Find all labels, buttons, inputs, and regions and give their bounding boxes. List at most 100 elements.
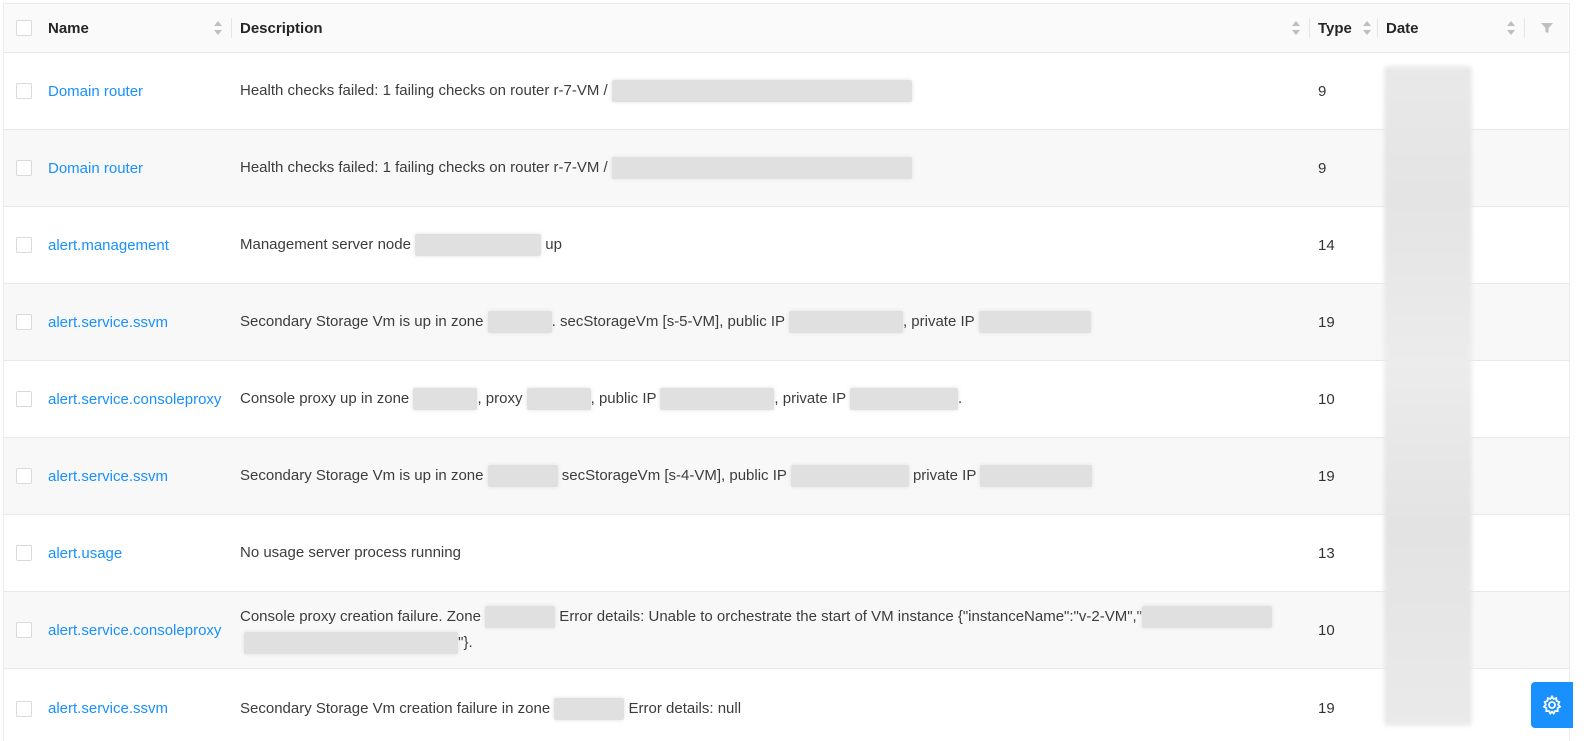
- row-checkbox[interactable]: [16, 83, 32, 99]
- row-checkbox[interactable]: [16, 237, 32, 253]
- settings-button[interactable]: [1531, 682, 1573, 728]
- alert-type-value: 19: [1318, 700, 1335, 717]
- row-select-cell: [4, 669, 44, 741]
- description-text: .: [957, 390, 963, 407]
- alert-name-link[interactable]: Domain router: [48, 83, 143, 100]
- row-select-cell: [4, 53, 44, 129]
- description-cell: No usage server process running: [231, 515, 1309, 591]
- description-column-header[interactable]: Description: [231, 4, 1309, 52]
- description-text: Management server node: [240, 236, 416, 253]
- redacted-value: [1142, 606, 1273, 629]
- column-divider: [231, 18, 232, 38]
- alert-name-link[interactable]: alert.service.ssvm: [48, 314, 168, 331]
- row-select-cell: [4, 284, 44, 360]
- description-text: Console proxy up in zone: [240, 390, 414, 407]
- description-text: Health checks failed: 1 failing checks o…: [240, 82, 612, 99]
- type-cell: 13: [1309, 515, 1377, 591]
- description-text: "}.: [458, 634, 473, 651]
- alert-type-value: 14: [1318, 236, 1335, 254]
- redacted-value: [980, 465, 1093, 488]
- alert-name-link[interactable]: alert.service.ssvm: [48, 700, 168, 717]
- type-cell: 9: [1309, 53, 1377, 129]
- type-cell: 19: [1309, 284, 1377, 360]
- alert-name-link[interactable]: alert.usage: [48, 545, 122, 562]
- description-text: Error details: Unable to orchestrate the…: [555, 608, 1143, 625]
- alert-name-link[interactable]: alert.service.consoleproxy: [48, 622, 221, 639]
- name-cell: Domain router: [44, 130, 231, 206]
- table-row: Domain router Health checks failed: 1 fai…: [4, 130, 1569, 207]
- row-checkbox[interactable]: [16, 700, 32, 717]
- gear-icon: [1542, 695, 1562, 715]
- row-select-cell: [4, 592, 44, 668]
- sort-icon[interactable]: [214, 21, 222, 35]
- sort-icon[interactable]: [1507, 21, 1515, 35]
- sort-icon[interactable]: [1292, 21, 1300, 35]
- description-cell: Console proxy up in zone , proxy , publi…: [231, 361, 1309, 437]
- redacted-value: [413, 388, 478, 411]
- redacted-value: [487, 311, 552, 334]
- name-cell: alert.service.ssvm: [44, 669, 231, 741]
- description-text: private IP: [908, 467, 981, 484]
- alerts-table: Name Description Type Date Domain router…: [3, 3, 1570, 741]
- table-header: Name Description Type Date: [4, 4, 1569, 53]
- table-row: alert.management Management server node u…: [4, 207, 1569, 284]
- row-select-cell: [4, 515, 44, 591]
- select-all-cell: [4, 4, 44, 52]
- alert-description: Health checks failed: 1 failing checks o…: [240, 155, 912, 181]
- row-select-cell: [4, 361, 44, 437]
- description-text: . secStorageVm [s-5-VM], public IP: [551, 313, 789, 330]
- description-cell: Health checks failed: 1 failing checks o…: [231, 130, 1309, 206]
- row-checkbox[interactable]: [16, 545, 32, 561]
- redacted-value: [554, 697, 625, 720]
- description-text: Secondary Storage Vm is up in zone: [240, 467, 488, 484]
- alert-type-value: 19: [1318, 467, 1335, 485]
- row-checkbox[interactable]: [16, 314, 32, 330]
- description-text: Secondary Storage Vm creation failure in…: [240, 699, 555, 717]
- alert-name-link[interactable]: alert.service.consoleproxy: [48, 391, 221, 408]
- type-column-header[interactable]: Type: [1309, 4, 1377, 52]
- type-header-label: Type: [1318, 19, 1352, 37]
- alert-description: No usage server process running: [240, 540, 461, 566]
- name-cell: alert.service.ssvm: [44, 284, 231, 360]
- row-checkbox[interactable]: [16, 468, 32, 484]
- alert-description: Management server node up: [240, 232, 562, 258]
- column-divider: [1377, 18, 1378, 38]
- description-text: Health checks failed: 1 failing checks o…: [240, 159, 612, 176]
- table-row: alert.service.ssvm Secondary Storage Vm i…: [4, 284, 1569, 361]
- row-checkbox[interactable]: [16, 622, 32, 638]
- table-row: alert.usage No usage server process runni…: [4, 515, 1569, 592]
- name-cell: alert.management: [44, 207, 231, 283]
- alert-name-link[interactable]: Domain router: [48, 160, 143, 177]
- name-header-label: Name: [48, 19, 89, 37]
- name-column-header[interactable]: Name: [44, 4, 231, 52]
- sort-icon[interactable]: [1363, 21, 1371, 35]
- row-checkbox[interactable]: [16, 391, 32, 407]
- type-cell: 19: [1309, 669, 1377, 741]
- row-select-cell: [4, 438, 44, 514]
- alert-description: Secondary Storage Vm is up in zone . sec…: [240, 309, 1091, 335]
- type-cell: 10: [1309, 361, 1377, 437]
- name-cell: alert.service.ssvm: [44, 438, 231, 514]
- name-cell: alert.service.consoleproxy: [44, 361, 231, 437]
- alert-type-value: 10: [1318, 621, 1335, 639]
- alert-name-link[interactable]: alert.service.ssvm: [48, 468, 168, 485]
- alert-description: Console proxy creation failure. Zone Err…: [240, 604, 1297, 656]
- description-cell: Secondary Storage Vm creation failure in…: [231, 669, 1309, 741]
- description-text: , private IP: [902, 313, 979, 330]
- table-row: alert.service.consoleproxy Console proxy …: [4, 592, 1569, 669]
- redacted-value: [660, 388, 775, 411]
- select-all-checkbox[interactable]: [16, 20, 32, 36]
- row-checkbox[interactable]: [16, 160, 32, 176]
- redacted-value: [611, 157, 912, 180]
- filter-column-header[interactable]: [1524, 4, 1569, 52]
- type-cell: 19: [1309, 438, 1377, 514]
- table-row: alert.service.consoleproxy Console proxy …: [4, 361, 1569, 438]
- alert-type-value: 19: [1318, 313, 1335, 331]
- table-row: Domain router Health checks failed: 1 fai…: [4, 53, 1569, 130]
- filter-icon[interactable]: [1540, 22, 1553, 34]
- alert-type-value: 13: [1318, 544, 1335, 562]
- column-divider: [1524, 18, 1525, 38]
- alert-name-link[interactable]: alert.management: [48, 237, 169, 254]
- description-text: Console proxy creation failure. Zone: [240, 608, 486, 625]
- date-column-header[interactable]: Date: [1377, 4, 1524, 52]
